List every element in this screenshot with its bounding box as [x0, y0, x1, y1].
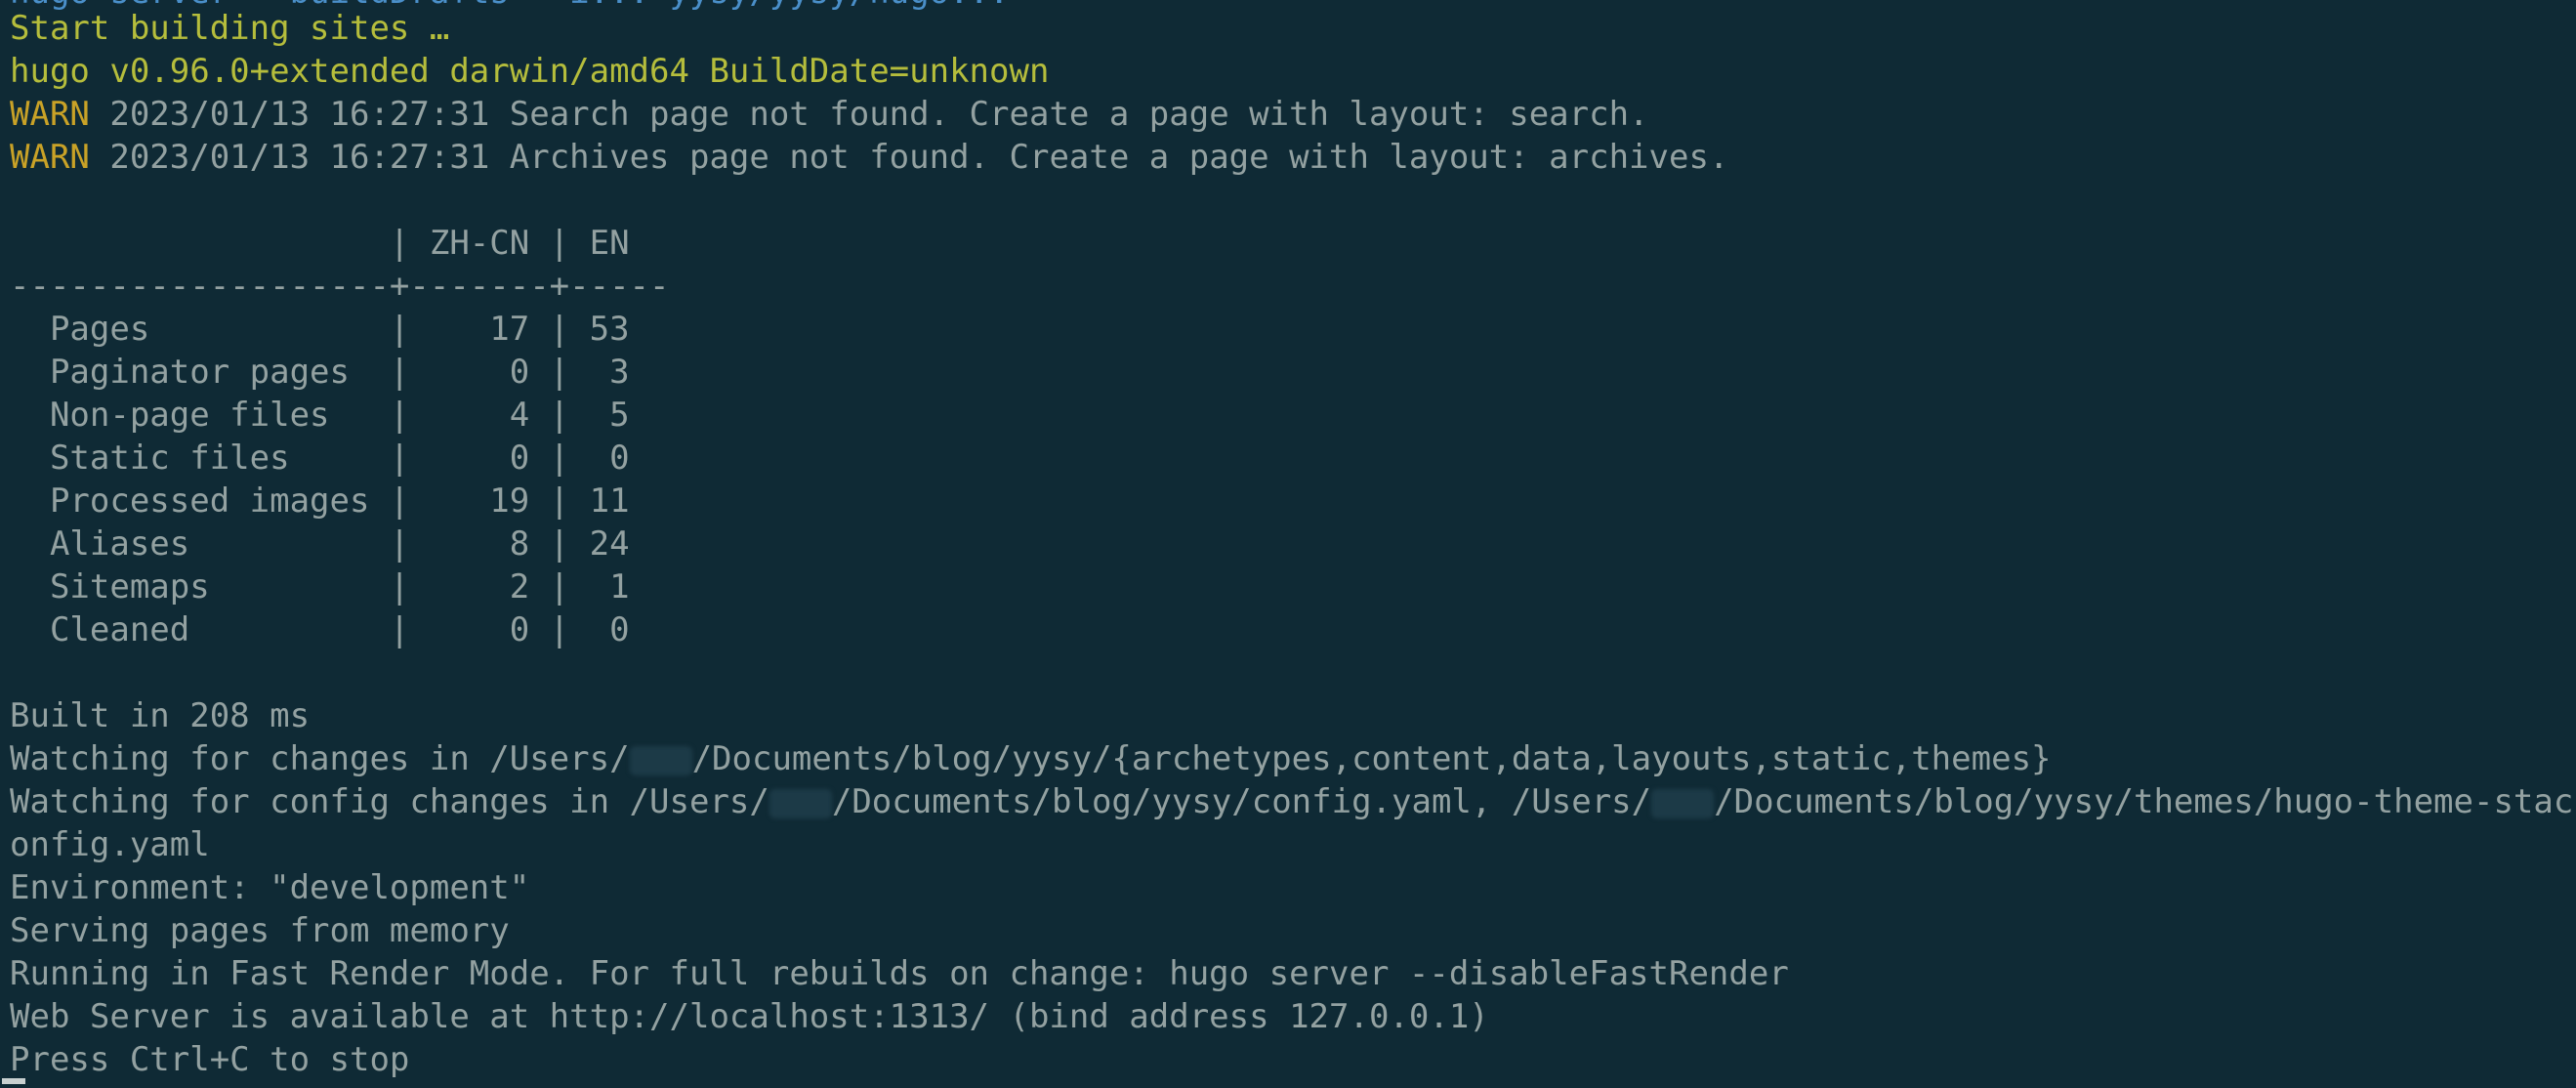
stats-table-separator: -------------------+-------+----- [10, 267, 670, 306]
stats-row-cleaned: Cleaned | 0 | 0 [10, 610, 630, 649]
watching-suffix: /Documents/blog/yysy/{archetypes,content… [691, 739, 2052, 778]
built-time-line: Built in 208 ms [10, 696, 311, 735]
terminal-window[interactable]: hugo server --buildDrafts --i... yysy/yy… [0, 0, 2576, 1088]
watching-config-wrap: onfig.yaml [10, 825, 210, 864]
warn-tag: WARN [10, 138, 90, 177]
hugo-version-line: hugo v0.96.0+extended darwin/amd64 Build… [10, 52, 1050, 91]
stats-row-non-page-files: Non-page files | 4 | 5 [10, 396, 630, 435]
warning-line-search: WARN 2023/01/13 16:27:31 Search page not… [10, 93, 1649, 136]
warning-line-archives: WARN 2023/01/13 16:27:31 Archives page n… [10, 136, 1728, 179]
watching-config-prefix: Watching for config changes in /Users/ [10, 782, 769, 821]
web-server-line: Web Server is available at http://localh… [10, 997, 1489, 1036]
stats-row-pages: Pages | 17 | 53 [10, 310, 630, 349]
environment-line: Environment: "development" [10, 868, 530, 907]
watching-config-suffix: /Documents/blog/yysy/themes/hugo-theme-s… [1714, 782, 2576, 821]
stats-table-header: | ZH-CN | EN [10, 224, 630, 263]
start-building-line: Start building sites … [10, 9, 450, 48]
watching-prefix: Watching for changes in /Users/ [10, 739, 630, 778]
fast-render-line: Running in Fast Render Mode. For full re… [10, 954, 1789, 993]
watching-changes-line: Watching for changes in /Users/ /Document… [10, 737, 2052, 780]
redacted-username [769, 788, 832, 818]
stats-row-static-files: Static files | 0 | 0 [10, 439, 630, 478]
watching-config-line: Watching for config changes in /Users/ /D… [10, 780, 2576, 823]
watching-config-middle: /Documents/blog/yysy/config.yaml, /Users… [831, 782, 1652, 821]
stats-row-processed-images: Processed images | 19 | 11 [10, 481, 630, 521]
warning-text: 2023/01/13 16:27:31 Archives page not fo… [89, 138, 1729, 177]
stats-row-sitemaps: Sitemaps | 2 | 1 [10, 567, 630, 607]
terminal-cursor [2, 1078, 25, 1084]
warning-text: 2023/01/13 16:27:31 Search page not foun… [89, 95, 1649, 134]
stats-row-paginator-pages: Paginator pages | 0 | 3 [10, 353, 630, 392]
stats-row-aliases: Aliases | 8 | 24 [10, 524, 630, 564]
redacted-username [1651, 788, 1715, 818]
press-stop-line: Press Ctrl+C to stop [10, 1040, 410, 1079]
warn-tag: WARN [10, 95, 90, 134]
redacted-username [629, 745, 692, 775]
serving-line: Serving pages from memory [10, 911, 510, 950]
